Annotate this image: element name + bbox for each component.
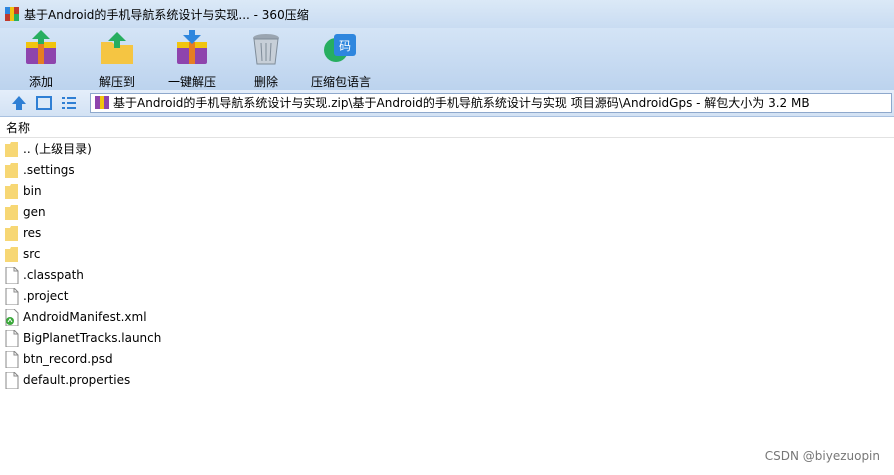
list-item[interactable]: AndroidManifest.xml — [0, 307, 894, 328]
list-item-name: .project — [23, 289, 69, 303]
path-field[interactable]: 基于Android的手机导航系统设计与实现.zip\基于Android的手机导航… — [90, 93, 892, 113]
list-item[interactable]: res — [0, 223, 894, 244]
list-item[interactable]: bin — [0, 181, 894, 202]
list-item-name: btn_record.psd — [23, 352, 113, 366]
list-item-name: .settings — [23, 163, 75, 177]
encoding-icon: 码 — [324, 34, 356, 62]
trash-icon — [253, 34, 279, 65]
large-icon-view-icon[interactable] — [35, 94, 53, 112]
one-click-extract-label: 一键解压 — [167, 75, 216, 89]
list-item-name: res — [23, 226, 42, 240]
list-item[interactable]: gen — [0, 202, 894, 223]
file-icon — [5, 330, 19, 347]
svg-text:码: 码 — [339, 39, 351, 53]
extract-folder-icon — [101, 32, 133, 64]
list-item[interactable]: .project — [0, 286, 894, 307]
list-item[interactable]: .settings — [0, 160, 894, 181]
folder-icon — [5, 142, 18, 157]
address-bar: 基于Android的手机导航系统设计与实现.zip\基于Android的手机导航… — [0, 90, 894, 117]
list-item-name: AndroidManifest.xml — [23, 310, 147, 324]
xml-file-icon — [5, 309, 19, 326]
folder-icon — [5, 184, 18, 199]
encoding-button[interactable]: 码 压缩包语言 — [308, 30, 374, 90]
list-item-name: gen — [23, 205, 46, 219]
list-item[interactable]: .. (上级目录) — [0, 139, 894, 160]
folder-icon — [5, 226, 18, 241]
archive-app-icon — [5, 7, 19, 21]
folder-icon — [5, 205, 18, 220]
up-arrow-icon[interactable] — [10, 94, 28, 112]
file-icon — [5, 351, 19, 368]
file-icon — [5, 288, 19, 305]
extract-to-label: 解压到 — [98, 75, 135, 89]
delete-label: 删除 — [253, 75, 278, 89]
list-item[interactable]: .classpath — [0, 265, 894, 286]
file-icon — [5, 372, 19, 389]
folder-icon — [5, 247, 18, 262]
toolbar: 添加 解压到 一键解压 删除 码 压缩包语言 — [0, 28, 894, 91]
add-archive-icon — [26, 30, 56, 64]
encoding-label: 压缩包语言 — [310, 75, 371, 89]
list-view-icon[interactable] — [60, 94, 78, 112]
list-item-name: default.properties — [23, 373, 131, 387]
file-icon — [5, 267, 19, 284]
one-click-extract-icon — [177, 30, 207, 64]
window-title: 基于Android的手机导航系统设计与实现... - 360压缩 — [24, 8, 309, 22]
archive-path-icon — [95, 96, 109, 109]
one-click-extract-button[interactable]: 一键解压 — [164, 30, 220, 90]
list-item[interactable]: default.properties — [0, 370, 894, 391]
add-label: 添加 — [28, 75, 53, 89]
file-list: .. (上级目录) .settings bin gen res src .classpath… — [0, 139, 894, 391]
list-item-name: src — [23, 247, 41, 261]
list-item[interactable]: src — [0, 244, 894, 265]
add-button[interactable]: 添加 — [18, 30, 64, 90]
path-text: 基于Android的手机导航系统设计与实现.zip\基于Android的手机导航… — [113, 96, 810, 110]
title-bar: 基于Android的手机导航系统设计与实现... - 360压缩 — [0, 0, 894, 28]
list-item-name: BigPlanetTracks.launch — [23, 331, 162, 345]
extract-to-button[interactable]: 解压到 — [92, 30, 142, 90]
delete-button[interactable]: 删除 — [244, 30, 288, 90]
column-header-name[interactable]: 名称 — [0, 118, 894, 138]
list-item[interactable]: btn_record.psd — [0, 349, 894, 370]
list-item[interactable]: BigPlanetTracks.launch — [0, 328, 894, 349]
list-item-name: .classpath — [23, 268, 84, 282]
list-item-name: .. (上级目录) — [23, 142, 92, 156]
watermark: CSDN @biyezuopin — [764, 449, 880, 463]
folder-icon — [5, 163, 18, 178]
list-item-name: bin — [23, 184, 42, 198]
